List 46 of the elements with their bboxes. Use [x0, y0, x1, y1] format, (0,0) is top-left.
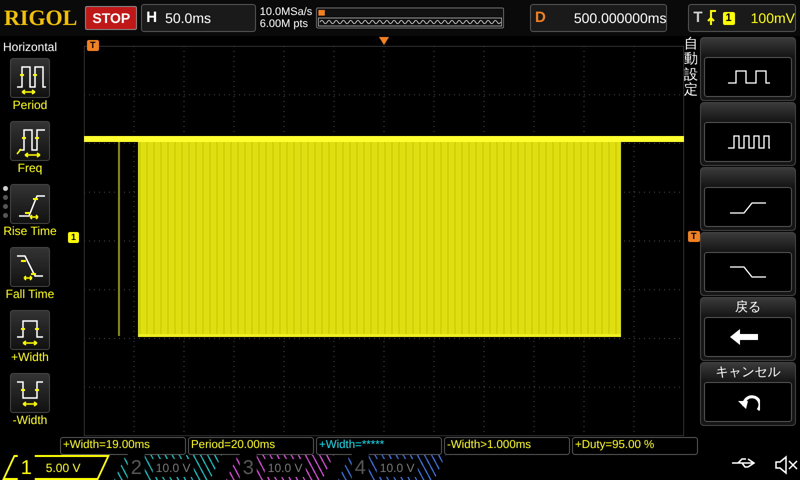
measure-button[interactable]: [10, 247, 50, 287]
timebase-value: 50.0ms: [165, 8, 211, 28]
measure-button[interactable]: [10, 373, 50, 413]
brand-logo: RIGOL: [4, 7, 78, 29]
softkey[interactable]: キャンセル: [700, 362, 796, 426]
channel-tab[interactable]: 4 10.0 V: [338, 455, 446, 480]
trigger-source: 1: [722, 12, 735, 24]
softkey[interactable]: [700, 102, 796, 166]
channel-offset-marker[interactable]: 1: [68, 232, 80, 243]
measurement-readout: +Width=19.00ms: [60, 437, 186, 455]
menu-label: Freq: [18, 161, 42, 175]
measure-button[interactable]: [10, 58, 50, 98]
menu-label: Fall Time: [6, 287, 54, 301]
sample-rate: 10.0MSa/s: [260, 6, 312, 18]
menu-label: Rise Time: [3, 224, 57, 238]
horizontal-label: H: [145, 8, 158, 28]
speaker-muted-icon: [774, 455, 800, 475]
channel-tab[interactable]: 1 5.00 V: [2, 455, 110, 480]
trigger-level: 100mV: [750, 8, 795, 28]
measure-button[interactable]: [10, 310, 50, 350]
menu-label: +Width: [11, 350, 49, 364]
measure-button[interactable]: [10, 184, 50, 224]
page-dot[interactable]: [3, 213, 8, 218]
menu-label: Period: [12, 98, 48, 112]
menu-label: -Width: [12, 413, 48, 427]
channel-tab[interactable]: 3 10.0 V: [226, 455, 334, 480]
rising-edge-icon: [706, 10, 719, 26]
page-dot[interactable]: [3, 204, 8, 209]
trigger-label: T: [692, 8, 704, 28]
trigger-position-marker[interactable]: T: [87, 40, 98, 51]
measurement-readout: +Duty=95.00 %: [572, 437, 698, 455]
measurement-readout: -Width>1.000ms: [444, 437, 570, 455]
channel-tab[interactable]: 2 10.0 V: [114, 455, 222, 480]
delay-label: D: [534, 8, 547, 28]
menu-title: Horizontal: [2, 39, 58, 56]
run-stop-status[interactable]: STOP: [85, 6, 138, 30]
measurement-readout: +Width=*****: [316, 437, 442, 455]
page-dot[interactable]: [3, 195, 8, 200]
softkey[interactable]: 戻る: [700, 297, 796, 361]
menu-title: 自動設定: [684, 36, 698, 98]
memory-depth: 6.00M pts: [260, 18, 310, 30]
trigger-level-marker[interactable]: T: [688, 231, 700, 242]
measure-button[interactable]: [10, 121, 50, 161]
delay-value: 500.000000ms: [574, 8, 666, 28]
page-dot[interactable]: [3, 186, 8, 191]
measurement-readout: Period=20.00ms: [188, 437, 314, 455]
